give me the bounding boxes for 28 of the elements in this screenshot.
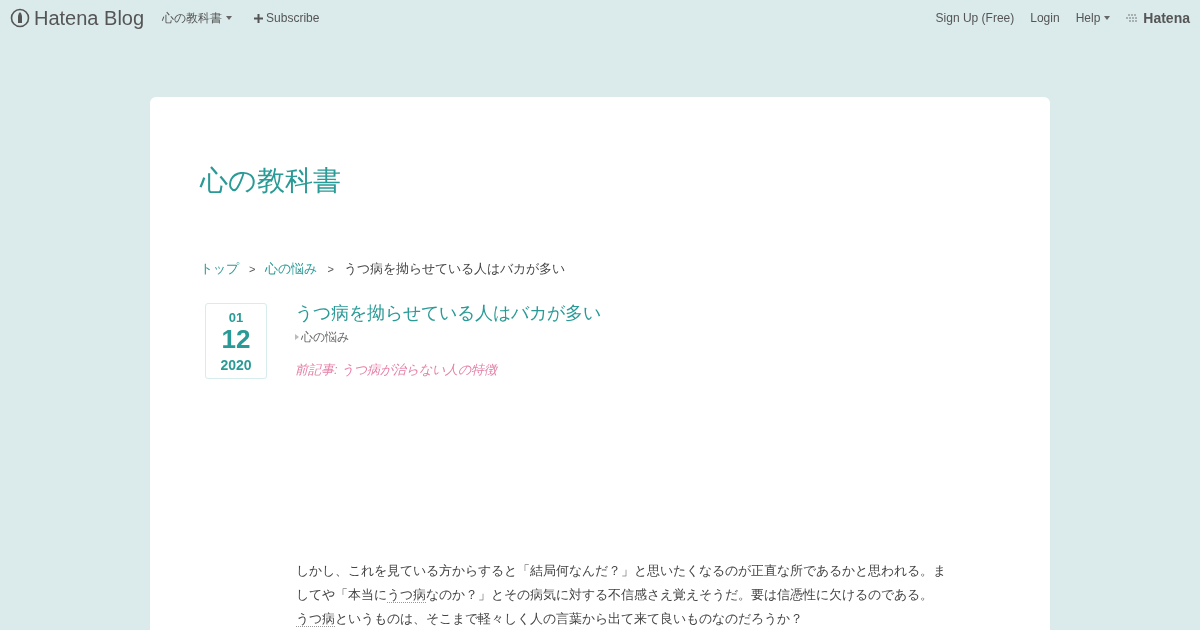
- breadcrumb-link[interactable]: トップ: [200, 259, 239, 279]
- triangle-icon: [295, 333, 299, 340]
- help-menu[interactable]: Help: [1075, 9, 1111, 27]
- logo-icon: [10, 8, 30, 28]
- nav-link[interactable]: Login: [1030, 9, 1060, 27]
- breadcrumb-separator: >: [249, 261, 256, 277]
- hatena-logo[interactable]: Hatena: [1126, 7, 1190, 29]
- category-tag[interactable]: 心の悩み: [295, 327, 601, 346]
- nav-link[interactable]: Sign Up (Free): [935, 9, 1015, 27]
- brand-text: Hatena: [1143, 8, 1190, 28]
- caret-icon: [226, 16, 233, 20]
- plus-icon: [254, 13, 264, 23]
- subscribe-button[interactable]: Subscribe: [254, 9, 320, 27]
- logo-text: Hatena Blog: [34, 8, 145, 28]
- blog-menu[interactable]: 心の教科書: [162, 9, 233, 27]
- keyword-link[interactable]: うつ病: [387, 587, 426, 603]
- breadcrumb-current: うつ病を拗らせている人はバカが多い: [343, 260, 565, 278]
- hatena-blog-logo[interactable]: Hatena Blog: [10, 8, 145, 28]
- article-paragraph: しかし、これを見ている方からすると「結局何なんだ？」と思いたくなるのが正直な所であるかと思われる。ましてや「本当に うつ病なのか？」とその病気に対する不信感さえ覚えそうだ。要は信憑性に欠けるのである。 うつ病 というものは、そこまで軽々しく人の言葉から出て来て良いものなのだろうか？: [296, 562, 947, 629]
- keyword-link[interactable]: うつ病: [296, 611, 335, 627]
- breadcrumb-link[interactable]: 心の悩み: [265, 259, 318, 279]
- caret-icon: [1104, 16, 1111, 20]
- blog-title[interactable]: 心の教科書: [200, 167, 1000, 195]
- article-title[interactable]: うつ病を拗らせている人はバカが多い: [295, 302, 601, 323]
- breadcrumb-separator: >: [327, 261, 334, 277]
- date-day: 12: [221, 325, 251, 352]
- date-month: 01: [228, 309, 244, 326]
- date-year: 2020: [220, 355, 252, 375]
